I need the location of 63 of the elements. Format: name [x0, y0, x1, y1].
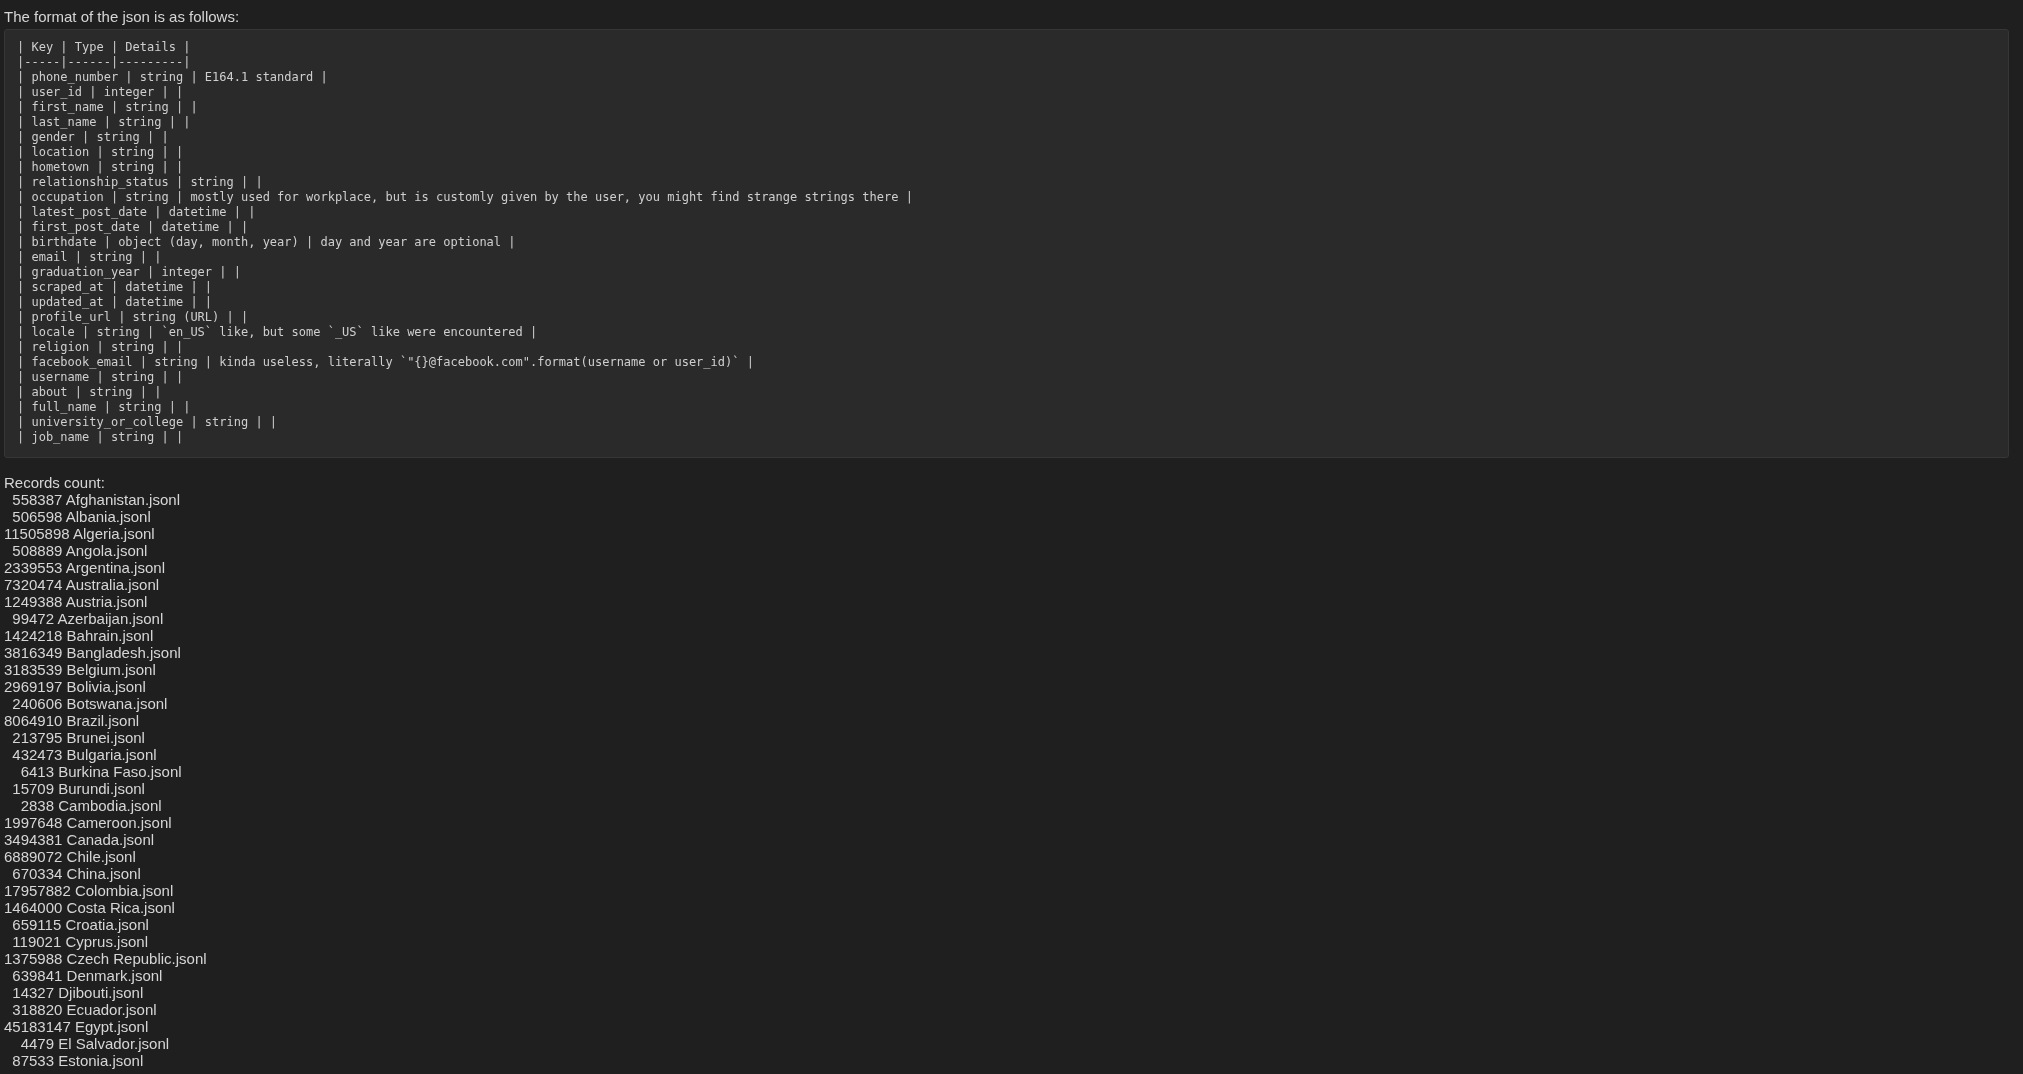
code-line: | first_name | string | | [17, 100, 199, 115]
record-line: 3816349 Bangladesh.jsonl [4, 644, 182, 661]
record-line: 11505898 Algeria.jsonl [4, 525, 156, 542]
code-line: | location | string | | [17, 145, 185, 160]
record-line: 99472 Azerbaijan.jsonl [11, 610, 165, 627]
record-line: 2838 Cambodia.jsonl [19, 797, 163, 814]
records-label: Records count: [4, 474, 106, 491]
record-line: 240606 Botswana.jsonl [11, 695, 169, 712]
record-line: 506598 Albania.jsonl [11, 508, 152, 525]
record-line: 7320474 Australia.jsonl [4, 576, 161, 593]
record-line: 14327 Djibouti.jsonl [11, 984, 145, 1001]
code-line: | latest_post_date | datetime | | [17, 205, 257, 220]
code-line: | scraped_at | datetime | | [17, 280, 214, 295]
record-line: 558387 Afghanistan.jsonl [11, 491, 181, 508]
code-line: | phone_number | string | E164.1 standard | [17, 70, 329, 85]
record-line: 45183147 Egypt.jsonl [4, 1018, 150, 1035]
code-line: | graduation_year | integer | | [17, 265, 242, 280]
code-line: | locale | string | `en_US` like, but some `_US` like were encountered | [17, 325, 539, 340]
record-line: 3494381 Canada.jsonl [4, 831, 156, 848]
record-line: 1464000 Costa Rica.jsonl [4, 899, 176, 916]
record-line: 6413 Burkina Faso.jsonl [19, 763, 183, 780]
record-line: 659115 Croatia.jsonl [11, 916, 150, 933]
code-line: | occupation | string | mostly used for workplace, but is customly given by the user, you might find strange strings there | [17, 190, 914, 205]
code-line: | relationship_status | string | | [17, 175, 264, 190]
record-line: 1997648 Cameroon.jsonl [4, 814, 173, 831]
record-line: 3183539 Belgium.jsonl [4, 661, 157, 678]
record-line: 1375988 Czech Republic.jsonl [4, 950, 208, 967]
record-line: 1249388 Austria.jsonl [4, 593, 149, 610]
record-line: 17957882 Colombia.jsonl [4, 882, 175, 899]
record-line: 213795 Brunei.jsonl [11, 729, 146, 746]
record-line: 6889072 Chile.jsonl [4, 848, 137, 865]
record-line: 1424218 Bahrain.jsonl [4, 627, 155, 644]
code-line: |-----|------|---------| [17, 55, 192, 70]
code-line: | Key | Type | Details | [17, 40, 192, 55]
record-line: 2339553 Argentina.jsonl [4, 559, 166, 576]
code-line: | about | string | | [17, 385, 163, 400]
record-line: 508889 Angola.jsonl [11, 542, 149, 559]
code-line: | user_id | integer | | [17, 85, 185, 100]
record-line: 87533 Estonia.jsonl [11, 1052, 145, 1069]
record-line: 2969197 Bolivia.jsonl [4, 678, 147, 695]
record-line: 119021 Cyprus.jsonl [11, 933, 149, 950]
code-line: | facebook_email | string | kinda useless, literally `"{}@facebook.com".format(username or user_id)` | [17, 355, 755, 370]
record-line: 639841 Denmark.jsonl [11, 967, 164, 984]
code-line: | gender | string | | [17, 130, 170, 145]
record-line: 670334 China.jsonl [11, 865, 142, 882]
code-line: | university_or_college | string | | [17, 415, 279, 430]
record-line: 8064910 Brazil.jsonl [4, 712, 141, 729]
code-line: | job_name | string | | [17, 430, 185, 445]
code-line: | birthdate | object (day, month, year) | day and year are optional | [17, 235, 517, 250]
code-line: | updated_at | datetime | | [17, 295, 214, 310]
code-line: | email | string | | [17, 250, 163, 265]
code-line: | hometown | string | | [17, 160, 185, 175]
code-line: | religion | string | | [17, 340, 185, 355]
code-line: | full_name | string | | [17, 400, 192, 415]
record-line: 318820 Ecuador.jsonl [11, 1001, 158, 1018]
record-line: 432473 Bulgaria.jsonl [11, 746, 158, 763]
code-line: | username | string | | [17, 370, 185, 385]
intro-text: The format of the json is as follows: [4, 8, 241, 25]
record-line: 4479 El Salvador.jsonl [19, 1035, 171, 1052]
record-line: 15709 Burundi.jsonl [11, 780, 146, 797]
code-line: | last_name | string | | [17, 115, 192, 130]
code-line: | profile_url | string (URL) | | [17, 310, 250, 325]
code-line: | first_post_date | datetime | | [17, 220, 250, 235]
